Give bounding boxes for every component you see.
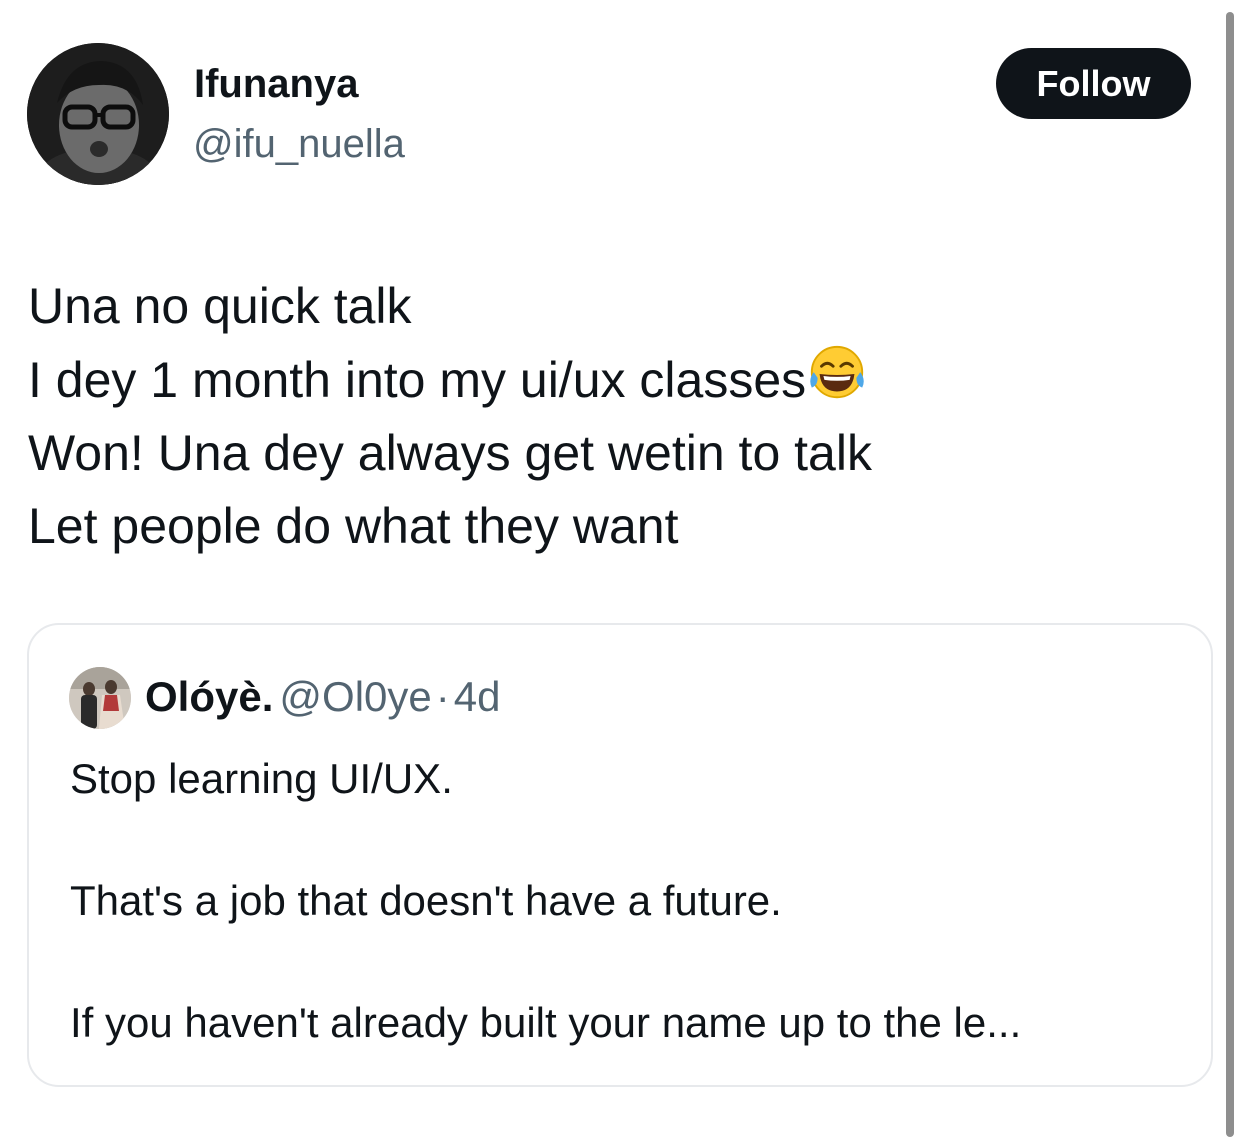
quoted-tweet-timestamp[interactable]: 4d bbox=[454, 673, 501, 720]
quoted-tweet-paragraph: Stop learning UI/UX. bbox=[70, 755, 453, 802]
separator-dot: · bbox=[435, 673, 450, 720]
page-scrollbar[interactable] bbox=[1226, 12, 1234, 1137]
tweet-line: I dey 1 month into my ui/ux classes bbox=[28, 343, 872, 417]
quoted-author-display-name[interactable]: Olóyè. bbox=[145, 673, 273, 720]
laughing-tears-emoji-icon bbox=[810, 345, 864, 399]
follow-button[interactable]: Follow bbox=[996, 48, 1191, 119]
author-display-name[interactable]: Ifunanya bbox=[194, 60, 358, 108]
quoted-tweet-header: Olóyè. @Ol0ye·4d bbox=[145, 671, 500, 723]
tweet-line-text: I dey 1 month into my ui/ux classes bbox=[28, 352, 807, 408]
quoted-tweet-text: Stop learning UI/UX. That's a job that d… bbox=[70, 748, 1190, 1053]
tweet-line: Let people do what they want bbox=[28, 498, 679, 554]
quoted-profile-photo-icon bbox=[69, 667, 131, 729]
quoted-author-avatar[interactable] bbox=[69, 667, 131, 729]
quoted-tweet-card[interactable]: Olóyè. @Ol0ye·4d Stop learning UI/UX. Tha… bbox=[27, 623, 1213, 1087]
profile-photo-icon bbox=[27, 43, 169, 185]
author-handle[interactable]: @ifu_nuella bbox=[193, 120, 405, 168]
quoted-tweet-paragraph: That's a job that doesn't have a future. bbox=[70, 877, 782, 924]
quoted-author-handle[interactable]: @Ol0ye bbox=[279, 673, 431, 720]
author-avatar[interactable] bbox=[27, 43, 169, 185]
quoted-tweet-paragraph: If you haven't already built your name u… bbox=[70, 999, 1022, 1046]
tweet-line: Won! Una dey always get wetin to talk bbox=[28, 425, 872, 481]
tweet-text: Una no quick talk I dey 1 month into my … bbox=[28, 270, 872, 563]
tweet-line: Una no quick talk bbox=[28, 278, 412, 334]
